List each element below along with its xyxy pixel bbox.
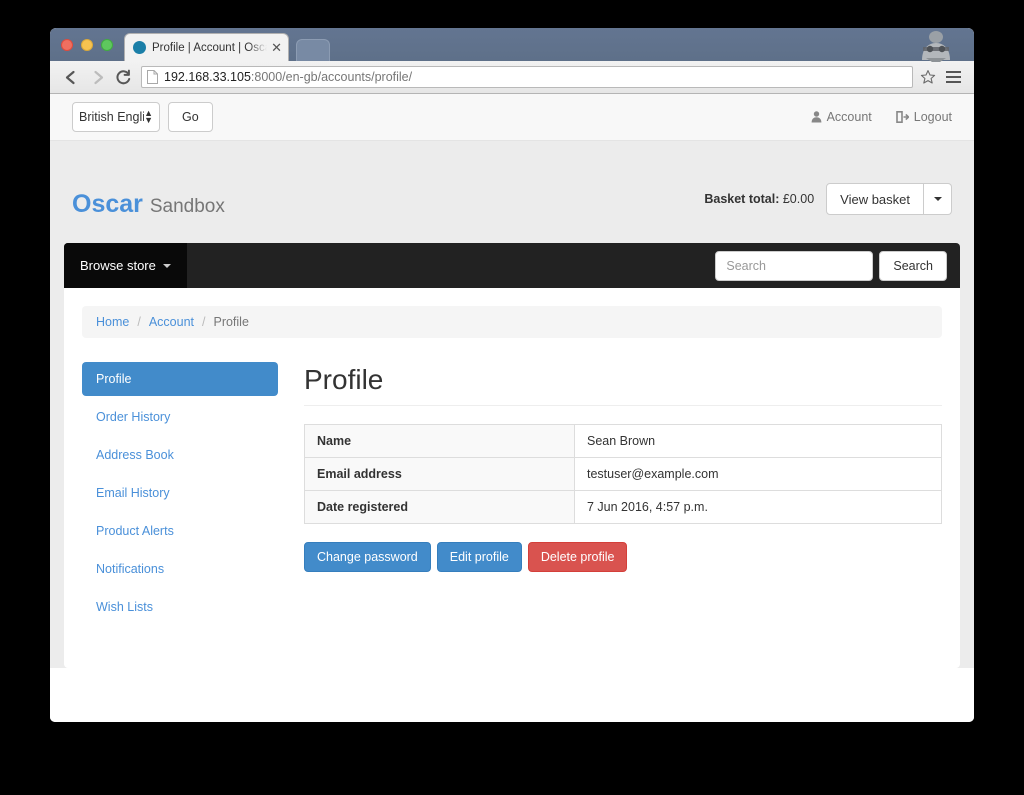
site-header: Oscar Sandbox Basket total: £0.00 View b… [50,141,974,243]
page-title: Profile [304,364,942,406]
user-icon [811,111,821,123]
star-icon [920,70,936,84]
browse-store-dropdown[interactable]: Browse store [64,243,187,288]
edit-profile-button[interactable]: Edit profile [436,542,522,572]
sidebar-item-profile[interactable]: Profile [82,362,278,396]
sidebar-item-product-alerts[interactable]: Product Alerts [82,514,278,548]
profile-details-table: Name Sean Brown Email address testuser@e… [304,424,942,524]
search-submit-button[interactable]: Search [879,250,947,281]
browser-toolbar: 192.168.33.105:8000/en-gb/accounts/profi… [50,61,974,94]
breadcrumb-home[interactable]: Home [96,315,129,329]
breadcrumb-current: Profile [213,315,249,329]
language-select-value: British Engli [79,110,145,124]
reload-icon [115,69,130,84]
menu-line [945,81,961,83]
row-label: Name [304,424,575,458]
sidebar-item-notifications[interactable]: Notifications [82,552,278,586]
bookmark-star-button[interactable] [916,69,940,85]
search-form: Search Search [715,250,960,281]
reload-button[interactable] [110,64,136,90]
sidebar-item-wish-lists[interactable]: Wish Lists [82,590,278,624]
address-bar-text: 192.168.33.105:8000/en-gb/accounts/profi… [164,70,412,84]
tab-title-label: Profile | Account | Oscar - S [152,41,267,54]
brand-suffix: Sandbox [149,196,225,217]
account-main-panel: Profile Name Sean Brown Email address te… [304,362,942,628]
spinner-arrows-icon: ▲ ▼ [144,108,153,125]
incognito-icon [922,31,950,62]
forward-button[interactable] [84,64,110,90]
row-value: testuser@example.com [574,457,942,491]
row-label: Date registered [304,490,575,524]
row-value: Sean Brown [574,424,942,458]
brand-name: Oscar [72,190,143,218]
breadcrumb-separator: / [137,315,141,329]
browser-tab-active[interactable]: Profile | Account | Oscar - S ✕ [124,33,289,61]
basket-total-label: Basket total: [704,192,780,206]
site-logo[interactable]: Oscar Sandbox [72,192,225,217]
page-body: Oscar Sandbox Basket total: £0.00 View b… [50,141,974,668]
content-columns: Profile Order History Address Book Email… [82,362,942,628]
table-row: Date registered 7 Jun 2016, 4:57 p.m. [304,490,942,524]
browser-titlebar: Profile | Account | Oscar - S ✕ [50,28,974,62]
view-basket-button[interactable]: View basket [826,183,924,215]
window-minimize-button[interactable] [81,39,93,51]
address-bar[interactable]: 192.168.33.105:8000/en-gb/accounts/profi… [141,66,913,88]
main-navbar: Browse store Search Search [64,243,960,288]
language-bar: British Engli ▲ ▼ Go Account Logout [50,94,974,141]
breadcrumb-account[interactable]: Account [149,315,194,329]
breadcrumb-separator: / [202,315,206,329]
account-link-label: Account [826,110,872,124]
row-value: 7 Jun 2016, 4:57 p.m. [574,490,942,524]
account-link[interactable]: Account [811,110,872,124]
basket-total-amount: £0.00 [782,192,815,206]
chevron-down-icon [933,197,942,201]
browser-menu-button[interactable] [940,71,966,83]
chevron-down-icon [162,263,171,268]
favicon-icon [133,41,146,54]
menu-line [945,76,961,78]
browser-window: Profile | Account | Oscar - S ✕ [50,28,974,722]
language-select[interactable]: British Engli ▲ ▼ [72,102,160,132]
back-arrow-icon [65,70,75,84]
basket-total: Basket total: £0.00 [704,192,814,206]
change-password-button[interactable]: Change password [304,542,431,572]
account-sidebar-nav: Profile Order History Address Book Email… [82,362,278,628]
page-viewport: British Engli ▲ ▼ Go Account Logout Osca… [50,94,974,722]
window-close-button[interactable] [61,39,73,51]
action-buttons: Change password Edit profile Delete prof… [304,542,942,572]
browse-store-label: Browse store [80,258,156,273]
view-basket-group: View basket [826,183,952,215]
window-maximize-button[interactable] [101,39,113,51]
page-document-icon [147,70,158,84]
url-path: :8000/en-gb/accounts/profile/ [250,70,413,84]
menu-line [945,71,961,73]
delete-profile-button[interactable]: Delete profile [527,542,628,572]
basket-area: Basket total: £0.00 View basket [704,183,952,217]
url-host: 192.168.33.105 [164,70,251,84]
logout-icon [895,111,909,123]
table-row: Email address testuser@example.com [304,457,942,491]
logout-link[interactable]: Logout [895,110,952,124]
breadcrumb: Home / Account / Profile [82,306,942,338]
table-row: Name Sean Brown [304,424,942,458]
back-button[interactable] [58,64,84,90]
sidebar-item-email-history[interactable]: Email History [82,476,278,510]
language-go-button[interactable]: Go [168,102,213,132]
sidebar-item-address-book[interactable]: Address Book [82,438,278,472]
logout-link-label: Logout [913,110,952,124]
view-basket-dropdown-toggle[interactable] [924,183,952,215]
search-input[interactable]: Search [715,250,874,281]
new-tab-button[interactable] [296,39,330,61]
tab-close-icon[interactable]: ✕ [267,41,282,54]
row-label: Email address [304,457,575,491]
sidebar-item-order-history[interactable]: Order History [82,400,278,434]
forward-arrow-icon [93,70,103,84]
content-card: Home / Account / Profile Profile Order H… [64,288,960,668]
